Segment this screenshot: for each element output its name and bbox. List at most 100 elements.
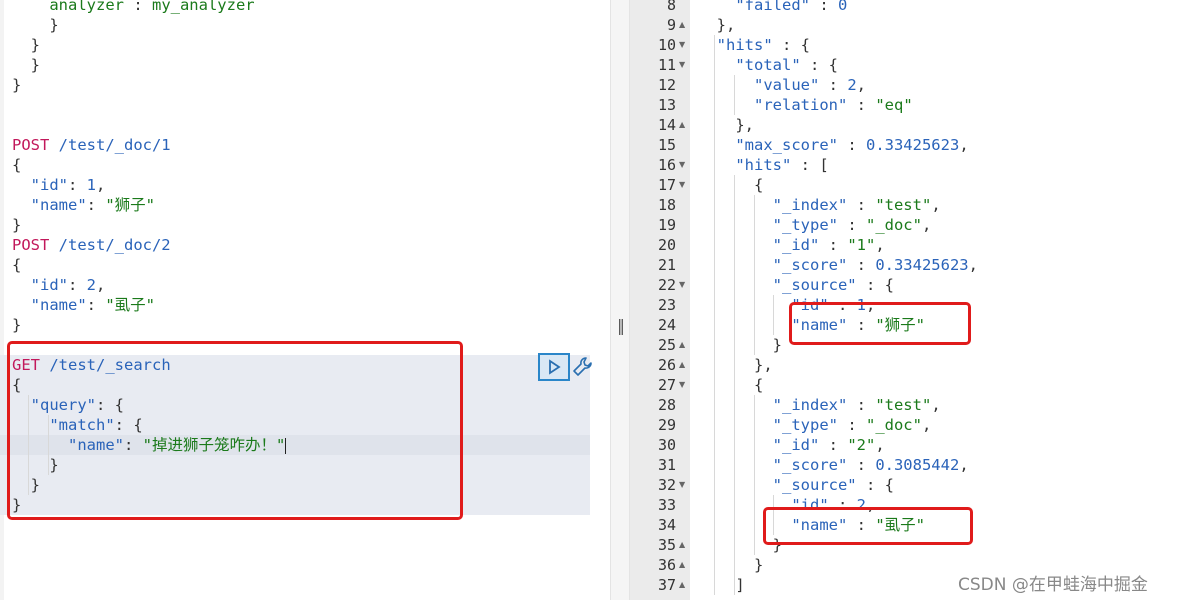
code-token: my_analyzer	[151, 0, 255, 14]
code-token: "_score"	[772, 256, 848, 274]
code-token: "hits"	[716, 36, 773, 54]
fold-down-icon[interactable]: ▼	[679, 35, 685, 55]
code-token: ,	[921, 216, 932, 234]
request-line[interactable]: POST /test/_doc/1	[12, 135, 171, 155]
request-line[interactable]: }	[12, 315, 21, 335]
code-token: "total"	[735, 56, 801, 74]
request-line[interactable]: }	[12, 35, 40, 55]
run-request-button[interactable]	[538, 353, 570, 381]
fold-down-icon[interactable]: ▼	[679, 375, 685, 395]
line-number: 12	[657, 76, 676, 94]
code-token: "_type"	[772, 416, 838, 434]
line-number: 37	[657, 576, 676, 594]
line-number: 27	[657, 376, 676, 394]
request-line[interactable]: }	[12, 75, 21, 95]
code-token: :	[809, 0, 838, 14]
fold-down-icon[interactable]: ▼	[679, 175, 685, 195]
fold-down-icon[interactable]: ▼	[679, 155, 685, 175]
fold-up-icon[interactable]: ▲	[679, 115, 685, 135]
code-token: ,	[968, 256, 978, 274]
fold-down-icon[interactable]: ▼	[679, 475, 685, 495]
code-token: ,	[856, 76, 867, 94]
request-line[interactable]: }	[12, 15, 58, 35]
fold-up-icon[interactable]: ▲	[679, 335, 685, 355]
response-line: ]	[698, 575, 744, 595]
code-token: :	[837, 136, 866, 154]
request-line[interactable]: "id": 2,	[12, 275, 106, 295]
code-token: :	[847, 96, 876, 114]
code-token: {	[12, 156, 22, 174]
fold-up-icon[interactable]: ▲	[679, 555, 685, 575]
request-line[interactable]: "name": "虱子"	[12, 295, 155, 315]
request-line[interactable]: {	[12, 155, 21, 175]
code-token: }	[12, 36, 40, 54]
code-token: ,	[96, 176, 106, 194]
code-token: :	[847, 256, 876, 274]
code-token: ,	[959, 456, 969, 474]
response-line: "_id" : "2",	[698, 435, 885, 455]
code-token: ,	[96, 276, 106, 294]
line-number: 15	[657, 136, 676, 154]
indent-guide	[754, 395, 755, 555]
line-number: 16	[657, 156, 676, 174]
line-number: 34	[657, 516, 676, 534]
code-token: "2"	[847, 436, 876, 454]
code-token: {	[698, 376, 764, 394]
response-line: {	[698, 175, 763, 195]
line-number: 25	[657, 336, 676, 354]
request-line[interactable]: "name": "狮子"	[12, 195, 155, 215]
code-token: :	[847, 196, 876, 214]
code-token: ,	[959, 136, 969, 154]
response-line: "_source" : {	[698, 475, 894, 495]
code-token: "id"	[30, 276, 68, 294]
code-token: "_id"	[772, 436, 820, 454]
response-line: "_source" : {	[698, 275, 894, 295]
line-number: 24	[657, 316, 676, 334]
fold-down-icon[interactable]: ▼	[679, 55, 685, 75]
request-line[interactable]: "id": 1,	[12, 175, 106, 195]
play-icon	[549, 359, 561, 375]
code-token: :	[68, 276, 87, 294]
fold-up-icon[interactable]: ▲	[679, 535, 685, 555]
code-token: "1"	[847, 236, 876, 254]
code-token: 1	[86, 176, 97, 194]
line-number: 28	[657, 396, 676, 414]
code-token: "狮子"	[105, 196, 156, 214]
indent-guide	[734, 75, 735, 115]
request-line[interactable]: analyzer : my_analyzer	[12, 0, 255, 15]
code-token: 0.33425623	[865, 136, 960, 154]
request-line[interactable]: }	[12, 215, 21, 235]
query-highlight-box	[7, 341, 463, 520]
request-line[interactable]: {	[12, 255, 21, 275]
code-token: "_doc"	[865, 416, 922, 434]
code-token: "eq"	[875, 96, 913, 114]
fold-up-icon[interactable]: ▲	[679, 15, 685, 35]
line-number: 21	[657, 256, 676, 274]
wrench-settings-icon[interactable]	[572, 356, 594, 378]
code-token: {	[698, 176, 764, 194]
response-line: "failed" : 0	[698, 0, 847, 15]
fold-down-icon[interactable]: ▼	[679, 275, 685, 295]
code-token: 0.3085442	[875, 456, 960, 474]
indent-guide	[773, 295, 774, 335]
pane-resize-handle[interactable]: ‖	[610, 0, 630, 600]
fold-up-icon[interactable]: ▲	[679, 575, 685, 595]
code-token: "_id"	[772, 236, 820, 254]
watermark: CSDN @在甲蛙海中掘金	[958, 575, 1148, 595]
result-highlight-box-1	[789, 302, 971, 345]
fold-up-icon[interactable]: ▲	[679, 355, 685, 375]
code-token: :	[819, 236, 848, 254]
line-number: 35	[657, 536, 676, 554]
request-line[interactable]: }	[12, 55, 40, 75]
line-number: 22	[657, 276, 676, 294]
indent-guide	[734, 175, 735, 595]
request-line[interactable]: POST /test/_doc/2	[12, 235, 171, 255]
